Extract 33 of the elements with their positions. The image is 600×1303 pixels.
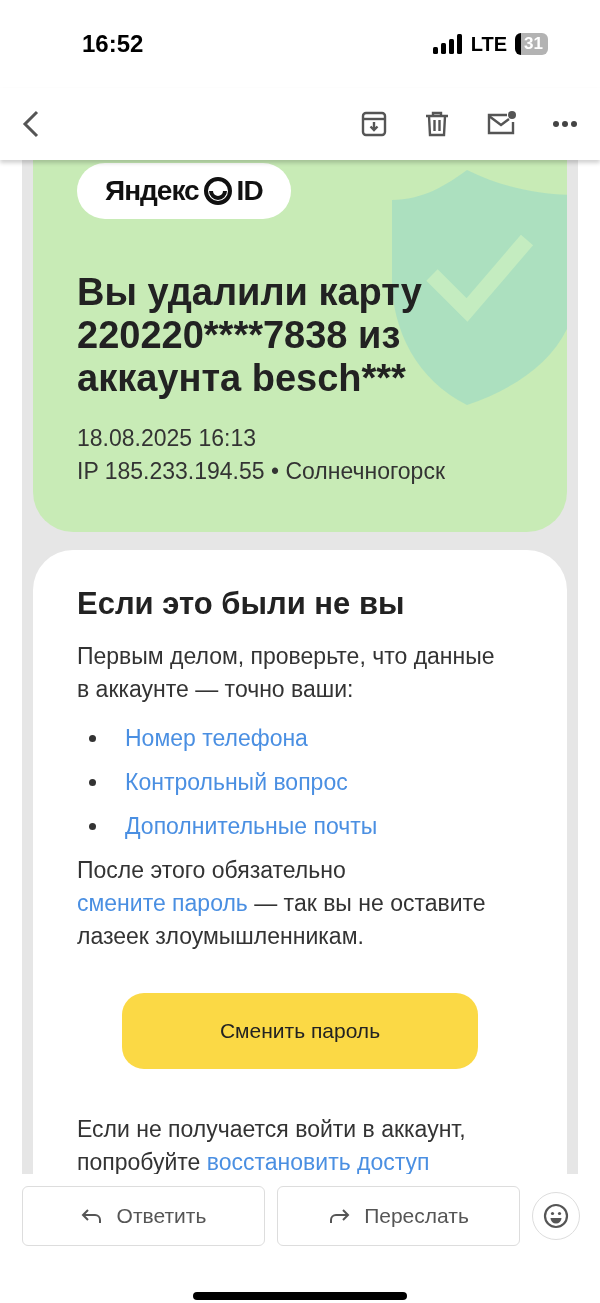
back-icon[interactable] bbox=[22, 109, 40, 139]
list-link[interactable]: Дополнительные почты bbox=[125, 812, 378, 840]
inline-link[interactable]: смените пароль bbox=[77, 890, 248, 916]
forward-icon bbox=[328, 1207, 351, 1225]
logo-text: ID bbox=[236, 175, 263, 207]
intro-text: Первым делом, проверьте, что данные в аккаунте — точно ваши: bbox=[77, 642, 495, 704]
logo-text: Яндекс bbox=[105, 175, 199, 207]
email-title: Вы удалили карту 220220****7838 из аккаунта besch*** bbox=[77, 271, 423, 400]
reply-button[interactable]: Ответить bbox=[22, 1186, 265, 1246]
forward-button[interactable]: Переслать bbox=[277, 1186, 520, 1246]
bullet-icon bbox=[89, 734, 96, 742]
reaction-button[interactable] bbox=[532, 1192, 580, 1240]
clock-time: 16:52 bbox=[82, 30, 144, 58]
delete-icon[interactable] bbox=[424, 110, 450, 138]
location-text: IP 185.233.194.55 • Солнечногорск bbox=[77, 457, 446, 486]
archive-icon[interactable] bbox=[360, 110, 388, 138]
network-type: LTE bbox=[470, 32, 508, 56]
advice-text: После этого обязательно смените пароль — так вы не оставите лазеек злоумышленникам. bbox=[77, 856, 487, 951]
change-password-button[interactable]: Сменить пароль bbox=[122, 993, 478, 1069]
list-link[interactable]: Номер телефона bbox=[125, 724, 308, 752]
bullet-icon bbox=[89, 822, 96, 830]
signal-icon bbox=[432, 34, 463, 54]
bullet-icon bbox=[89, 778, 96, 786]
inline-link[interactable]: восстановить доступ bbox=[206, 1149, 430, 1174]
reply-icon bbox=[80, 1207, 103, 1225]
smiley-icon bbox=[543, 1203, 569, 1229]
battery-indicator: 31 bbox=[515, 33, 548, 55]
section-heading: Если это были не вы bbox=[77, 586, 406, 622]
smile-icon bbox=[202, 176, 233, 206]
date-text: 18.08.2025 16:13 bbox=[77, 424, 258, 453]
recovery-text: Если не получается войти в аккаунт, попробуйте восстановить доступ bbox=[77, 1115, 467, 1174]
more-icon[interactable] bbox=[552, 120, 578, 128]
list-link[interactable]: Контрольный вопрос bbox=[125, 768, 348, 796]
